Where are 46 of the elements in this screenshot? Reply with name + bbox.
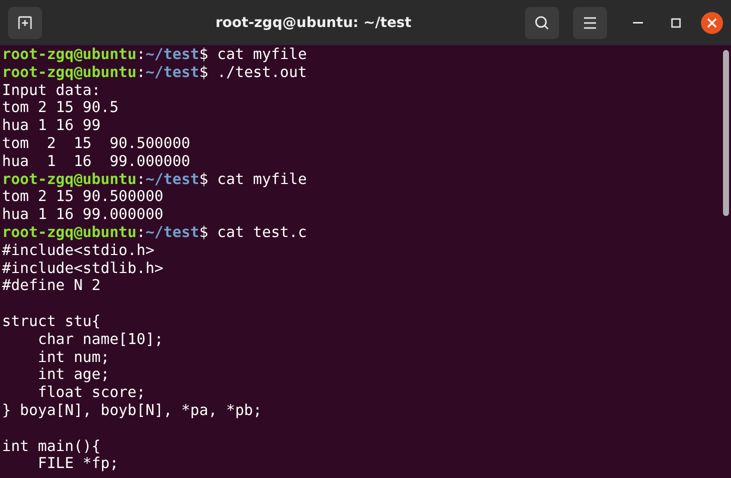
- minimize-icon: [633, 22, 643, 24]
- output-line: int main(){: [2, 436, 101, 455]
- output-line: char name[10];: [36, 330, 164, 348]
- close-button[interactable]: [701, 12, 723, 34]
- command-text: $ cat myfile: [199, 45, 307, 63]
- command-text: $ cat myfile: [199, 170, 307, 188]
- output-line: struct stu{: [2, 312, 101, 330]
- prompt-user: root-zgq@ubuntu: [2, 45, 136, 63]
- output-line: tom 2 15 90.5: [2, 98, 119, 116]
- output-line: hua 1 16 99: [2, 116, 101, 134]
- output-line: #include<stdlib.h>: [2, 258, 164, 277]
- output-line: int num;: [36, 348, 110, 366]
- command-text: $ ./test.out: [199, 62, 307, 81]
- prompt-user: root-zgq@ubuntu: [2, 222, 136, 241]
- scrollbar[interactable]: [723, 50, 729, 216]
- prompt-separator: :: [136, 62, 146, 81]
- prompt-user: root-zgq@ubuntu: [2, 62, 136, 81]
- new-tab-icon: [17, 14, 33, 30]
- output-line: tom 2 15 90.500000: [2, 134, 190, 152]
- output-line: int age;: [36, 365, 110, 384]
- prompt-path: ~/test: [145, 62, 200, 81]
- prompt-path: ~/test: [145, 45, 200, 63]
- new-tab-button[interactable]: [8, 6, 42, 38]
- command-text: $ cat test.c: [199, 222, 307, 241]
- maximize-icon: [671, 18, 681, 28]
- output-line: float score;: [36, 383, 146, 402]
- search-icon: [534, 14, 550, 30]
- prompt-separator: :: [136, 222, 146, 241]
- output-line: FILE *fp;: [36, 454, 119, 472]
- prompt-user: root-zgq@ubuntu: [2, 170, 136, 188]
- window-title: root-zgq@ubuntu: ~/test: [214, 14, 412, 30]
- prompt-separator: :: [136, 170, 146, 188]
- output-line: hua 1 16 99.000000: [2, 205, 164, 224]
- search-button[interactable]: [525, 6, 559, 38]
- menu-button[interactable]: [573, 6, 607, 38]
- prompt-path: ~/test: [145, 170, 200, 188]
- output-line: hua 1 16 99.000000: [2, 152, 190, 170]
- prompt-separator: :: [136, 45, 146, 63]
- output-line: #include<stdio.h>: [2, 240, 154, 259]
- output-line: Input data:: [2, 80, 101, 99]
- output-line: tom 2 15 90.500000: [2, 187, 164, 206]
- close-icon: [707, 18, 717, 28]
- output-line: } boya[N], boyb[N], *pa, *pb;: [2, 400, 262, 419]
- prompt-path: ~/test: [145, 222, 200, 241]
- menu-icon: [583, 16, 597, 28]
- output-line: #define N 2: [2, 276, 101, 294]
